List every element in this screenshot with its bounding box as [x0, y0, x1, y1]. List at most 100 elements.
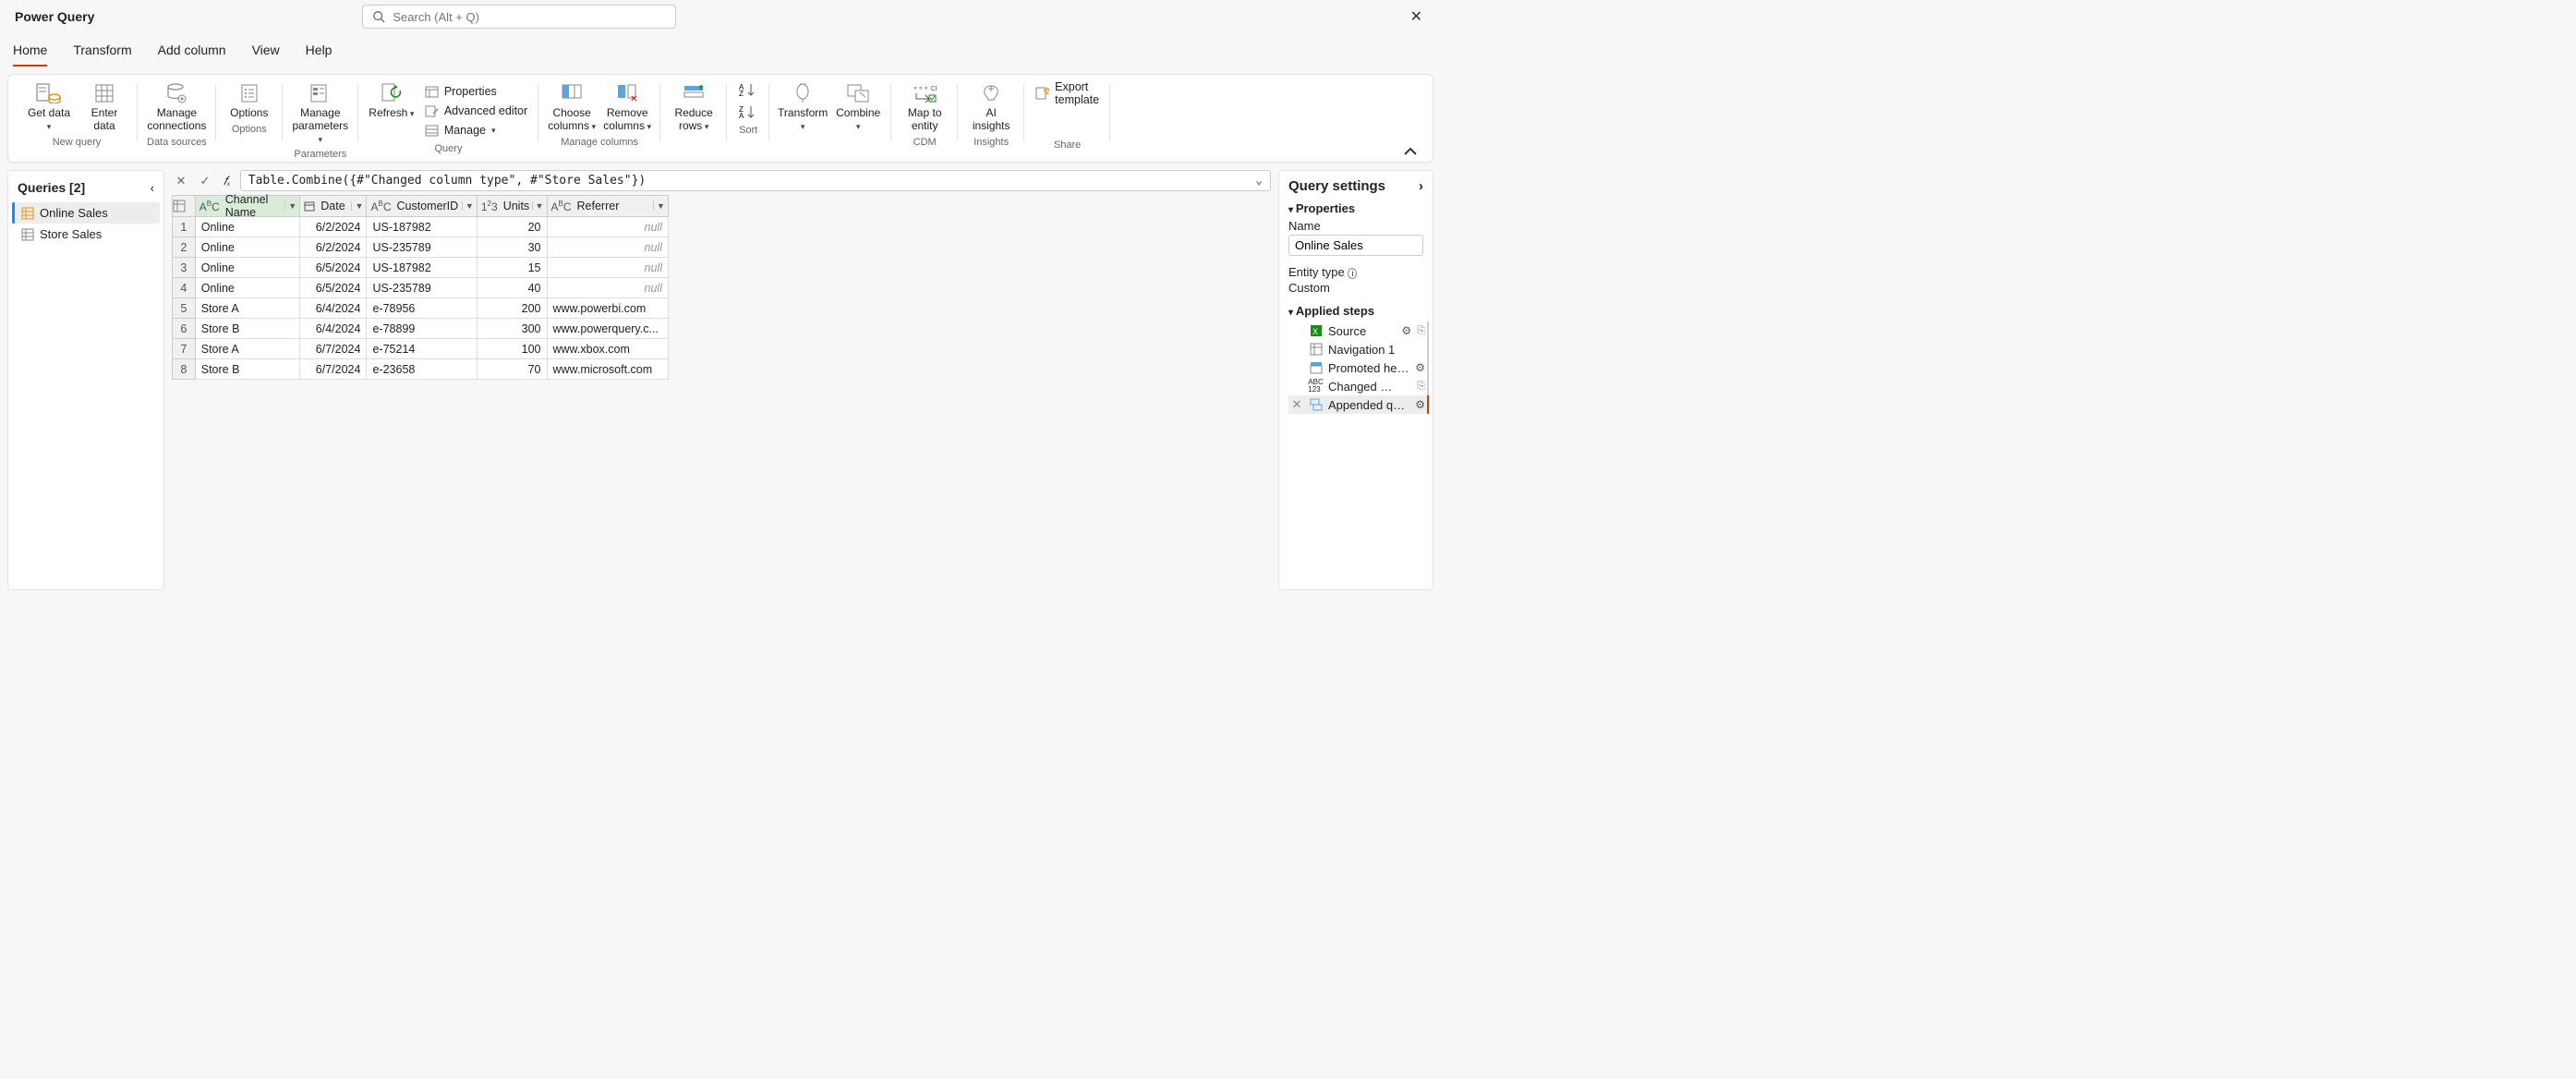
cell[interactable]: Online: [195, 278, 300, 298]
ai-insights-button[interactable]: AI insights: [967, 80, 1015, 133]
cell[interactable]: e-23658: [367, 359, 477, 380]
enter-data-button[interactable]: Enter data: [80, 80, 128, 133]
delete-step-button[interactable]: ✕: [1290, 397, 1303, 412]
row-number[interactable]: 1: [173, 217, 196, 237]
cell[interactable]: 6/5/2024: [300, 278, 367, 298]
formula-bar[interactable]: Table.Combine({#"Changed column type", #…: [240, 170, 1271, 191]
cell[interactable]: 20: [477, 217, 547, 237]
remove-columns-button[interactable]: ✕ Remove columns: [603, 80, 651, 133]
step-changed-column-type[interactable]: ✕ABC123Changed column type⚙⎘: [1288, 377, 1429, 395]
table-row[interactable]: 2Online6/2/2024US-23578930null: [173, 237, 669, 258]
map-to-entity-button[interactable]: ⚬⚬⚬ CDM Map to entity: [901, 80, 949, 133]
column-filter-button[interactable]: ▼: [351, 201, 366, 211]
cell[interactable]: Online: [195, 258, 300, 278]
cell[interactable]: 200: [477, 298, 547, 319]
step-navigation-1[interactable]: ✕Navigation 1⚙: [1288, 340, 1429, 358]
cell[interactable]: Online: [195, 237, 300, 258]
query-name-input[interactable]: [1288, 235, 1423, 256]
column-filter-button[interactable]: ▼: [653, 201, 668, 211]
cell[interactable]: 40: [477, 278, 547, 298]
manage-button[interactable]: Manage: [423, 121, 498, 139]
ribbon-collapse-button[interactable]: [1396, 80, 1425, 160]
cell[interactable]: 6/5/2024: [300, 258, 367, 278]
search-input[interactable]: [393, 10, 666, 24]
cell[interactable]: 100: [477, 339, 547, 359]
cell[interactable]: www.xbox.com: [547, 339, 669, 359]
row-number[interactable]: 7: [173, 339, 196, 359]
refresh-button[interactable]: Refresh: [368, 80, 416, 120]
tab-home[interactable]: Home: [13, 39, 47, 67]
cell[interactable]: e-75214: [367, 339, 477, 359]
table-row[interactable]: 6Store B6/4/2024e-78899300www.powerquery…: [173, 319, 669, 339]
cell[interactable]: e-78956: [367, 298, 477, 319]
type-icon[interactable]: [300, 200, 319, 212]
tab-view[interactable]: View: [252, 39, 280, 67]
table-row[interactable]: 3Online6/5/2024US-18798215null: [173, 258, 669, 278]
cell[interactable]: Store A: [195, 339, 300, 359]
applied-steps-section[interactable]: Applied steps: [1288, 304, 1423, 318]
manage-connections-button[interactable]: Manage connections: [148, 80, 205, 133]
cell[interactable]: Store B: [195, 319, 300, 339]
combine-button[interactable]: Combine: [834, 80, 882, 133]
step-extra-icon[interactable]: ⎘: [1417, 381, 1425, 393]
row-number[interactable]: 2: [173, 237, 196, 258]
query-item-store-sales[interactable]: Store Sales: [12, 224, 160, 245]
info-icon[interactable]: i: [1348, 268, 1357, 279]
reduce-rows-button[interactable]: Reduce rows: [670, 80, 718, 133]
transform-button[interactable]: Transform: [779, 80, 827, 133]
cell[interactable]: www.powerquery.c...: [547, 319, 669, 339]
column-filter-button[interactable]: ▼: [462, 201, 477, 211]
formula-cancel-button[interactable]: ✕: [172, 174, 190, 188]
cell[interactable]: e-78899: [367, 319, 477, 339]
sort-asc-button[interactable]: AZ: [736, 80, 760, 99]
cell[interactable]: 6/2/2024: [300, 217, 367, 237]
tab-transform[interactable]: Transform: [73, 39, 131, 67]
row-number[interactable]: 4: [173, 278, 196, 298]
type-icon[interactable]: ABC: [196, 200, 224, 213]
cell[interactable]: US-235789: [367, 237, 477, 258]
column-header-customerid[interactable]: ABCCustomerID▼: [367, 196, 477, 217]
cell[interactable]: Store B: [195, 359, 300, 380]
cell[interactable]: 15: [477, 258, 547, 278]
tab-help[interactable]: Help: [306, 39, 333, 67]
query-item-online-sales[interactable]: Online Sales: [12, 202, 160, 224]
row-number[interactable]: 5: [173, 298, 196, 319]
formula-commit-button[interactable]: ✓: [196, 174, 214, 188]
table-row[interactable]: 4Online6/5/2024US-23578940null: [173, 278, 669, 298]
type-icon[interactable]: ABC: [548, 200, 575, 213]
export-template-button[interactable]: Export template: [1034, 84, 1101, 103]
table-row[interactable]: 1Online6/2/2024US-18798220null: [173, 217, 669, 237]
step-source[interactable]: ✕XSource⚙⎘: [1288, 321, 1429, 340]
cell[interactable]: US-187982: [367, 258, 477, 278]
step-appended-query[interactable]: ✕Appended query⚙: [1288, 395, 1429, 414]
cell[interactable]: 6/7/2024: [300, 359, 367, 380]
close-button[interactable]: ✕: [1403, 4, 1430, 30]
cell[interactable]: 300: [477, 319, 547, 339]
step-settings-button[interactable]: ⚙: [1415, 398, 1425, 411]
table-row[interactable]: 5Store A6/4/2024e-78956200www.powerbi.co…: [173, 298, 669, 319]
cell[interactable]: null: [547, 278, 669, 298]
cell[interactable]: 30: [477, 237, 547, 258]
get-data-button[interactable]: Get data: [25, 80, 73, 133]
column-filter-button[interactable]: ▼: [532, 201, 547, 211]
properties-button[interactable]: Properties: [423, 82, 499, 101]
cell[interactable]: Store A: [195, 298, 300, 319]
cell[interactable]: 6/2/2024: [300, 237, 367, 258]
cell[interactable]: www.microsoft.com: [547, 359, 669, 380]
row-number[interactable]: 8: [173, 359, 196, 380]
cell[interactable]: 6/4/2024: [300, 298, 367, 319]
cell[interactable]: Online: [195, 217, 300, 237]
cell[interactable]: US-187982: [367, 217, 477, 237]
cell[interactable]: null: [547, 217, 669, 237]
column-header-referrer[interactable]: ABCReferrer▼: [547, 196, 669, 217]
type-icon[interactable]: 123: [478, 200, 502, 213]
cell[interactable]: 70: [477, 359, 547, 380]
table-row[interactable]: 7Store A6/7/2024e-75214100www.xbox.com: [173, 339, 669, 359]
tab-add-column[interactable]: Add column: [158, 39, 226, 67]
grid-corner[interactable]: [173, 196, 196, 217]
cell[interactable]: US-235789: [367, 278, 477, 298]
column-header-units[interactable]: 123Units▼: [477, 196, 547, 217]
sort-desc-button[interactable]: ZA: [736, 103, 760, 121]
formula-dropdown[interactable]: ⌄: [1255, 174, 1263, 188]
options-button[interactable]: Options: [225, 80, 273, 120]
